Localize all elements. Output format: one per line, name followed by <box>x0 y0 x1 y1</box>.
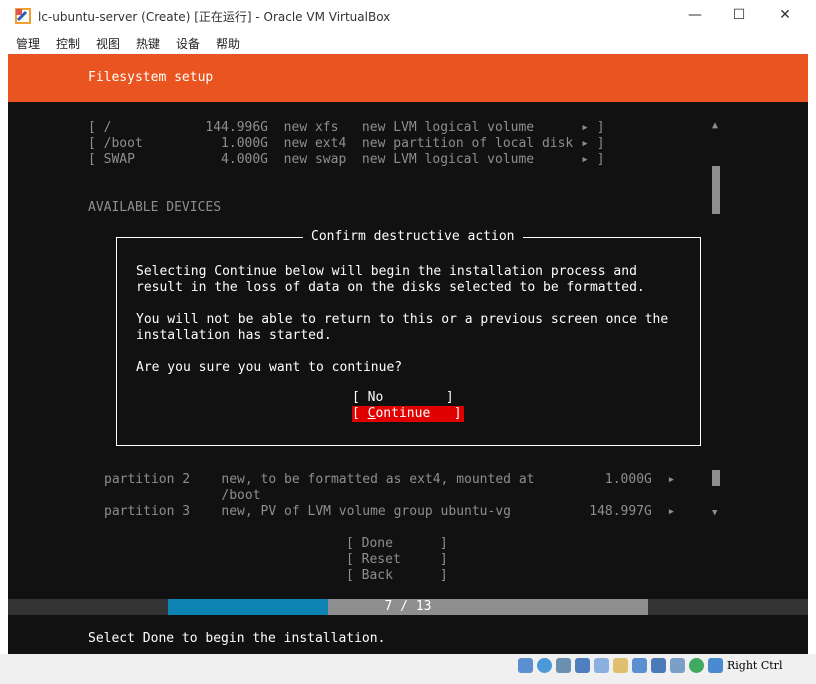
continue-button[interactable]: [ Continue ] <box>352 406 464 422</box>
usb-icon[interactable] <box>594 658 609 673</box>
dialog-question: Are you sure you want to continue? <box>136 360 403 375</box>
dialog-text-line: Selecting Continue below will begin the … <box>136 264 637 279</box>
vbox-statusbar: Right Ctrl <box>0 654 816 684</box>
menu-hotkeys[interactable]: 热键 <box>136 35 160 52</box>
mouse-integration-icon[interactable] <box>708 658 723 673</box>
menu-help[interactable]: 帮助 <box>216 35 240 52</box>
continue-button-label: [ Continue ] <box>352 406 462 421</box>
dialog-title: Confirm destructive action <box>303 229 523 245</box>
dialog-text-line: installation has started. <box>136 328 332 343</box>
fs-row-root[interactable]: [ / 144.996G new xfs new LVM logical vol… <box>88 120 605 136</box>
progress-area: 7 / 13 <box>8 599 808 615</box>
fs-row-boot[interactable]: [ /boot 1.000G new ext4 new partition of… <box>88 136 605 152</box>
display-icon[interactable] <box>632 658 647 673</box>
footer-hint: Select Done to begin the installation. <box>88 631 386 646</box>
partition-2-mount: /boot <box>104 488 261 503</box>
recording-icon[interactable] <box>651 658 666 673</box>
close-button[interactable]: ✕ <box>762 4 808 28</box>
optical-disk-icon[interactable] <box>537 658 552 673</box>
no-button[interactable]: [ No ] <box>352 390 454 406</box>
shared-folder-icon[interactable] <box>613 658 628 673</box>
minimize-button[interactable]: — <box>672 4 718 28</box>
back-button[interactable]: [ Back ] <box>346 568 448 584</box>
cpu-icon[interactable] <box>670 658 685 673</box>
dialog-text-line: You will not be able to return to this o… <box>136 312 669 327</box>
installer-header: Filesystem setup <box>8 54 808 102</box>
window-title: lc-ubuntu-server (Create) [正在运行] - Oracl… <box>38 10 391 24</box>
partition-2-row[interactable]: partition 2 new, to be formatted as ext4… <box>104 472 675 488</box>
partition-3-row[interactable]: partition 3 new, PV of LVM volume group … <box>104 504 675 520</box>
available-devices-heading: AVAILABLE DEVICES <box>88 200 222 215</box>
network-icon[interactable] <box>575 658 590 673</box>
done-button[interactable]: [ Done ] <box>346 536 448 552</box>
arrow-icon[interactable] <box>689 658 704 673</box>
audio-icon[interactable] <box>556 658 571 673</box>
progress-bar: 7 / 13 <box>168 599 648 615</box>
scrollbar-thumb[interactable] <box>712 166 720 214</box>
confirm-dialog: Confirm destructive action Selecting Con… <box>116 229 701 446</box>
vm-display[interactable]: Filesystem setup [ / 144.996G new xfs ne… <box>8 54 808 654</box>
menu-bar: 管理 控制 视图 热键 设备 帮助 <box>0 32 816 54</box>
menu-view[interactable]: 视图 <box>96 35 120 52</box>
progress-label: 7 / 13 <box>384 599 432 614</box>
dialog-text-line: result in the loss of data on the disks … <box>136 280 645 295</box>
lower-scrollbar-thumb[interactable] <box>712 470 720 486</box>
installer-title: Filesystem setup <box>88 70 214 85</box>
virtualbox-icon <box>15 8 31 24</box>
menu-manage[interactable]: 管理 <box>16 35 40 52</box>
hard-disk-icon[interactable] <box>518 658 533 673</box>
reset-button[interactable]: [ Reset ] <box>346 552 448 568</box>
window-titlebar: lc-ubuntu-server (Create) [正在运行] - Oracl… <box>0 0 816 32</box>
menu-control[interactable]: 控制 <box>56 35 80 52</box>
host-key-label: Right Ctrl <box>727 659 783 672</box>
scroll-up-arrow-icon[interactable]: ▲ <box>712 118 718 134</box>
scroll-down-arrow-icon[interactable]: ▼ <box>712 505 717 521</box>
menu-devices[interactable]: 设备 <box>176 35 200 52</box>
fs-row-swap[interactable]: [ SWAP 4.000G new swap new LVM logical v… <box>88 152 605 168</box>
maximize-button[interactable]: ☐ <box>716 4 762 28</box>
